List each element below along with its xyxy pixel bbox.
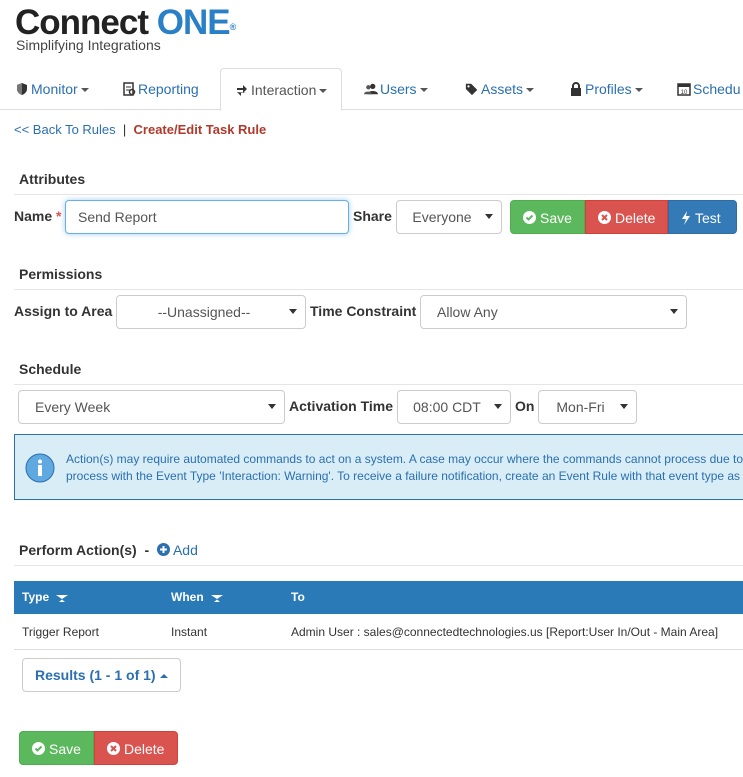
nav-schedule[interactable]: 10 Schedu	[677, 68, 740, 110]
chevron-down-icon	[526, 88, 535, 92]
calendar-icon: 10	[677, 83, 691, 96]
column-when[interactable]: When	[171, 581, 224, 614]
plus-circle-icon	[156, 543, 170, 556]
name-label: Name *	[14, 208, 62, 224]
assign-area-label: Assign to Area	[14, 303, 113, 319]
nav-users[interactable]: Users	[364, 68, 428, 110]
activation-time-select[interactable]: 08:00 CDT	[397, 390, 511, 424]
select-arrow-icon	[289, 309, 297, 314]
add-action-link[interactable]: Add	[156, 542, 198, 558]
svg-text:10: 10	[681, 90, 688, 96]
cell-when: Instant	[171, 625, 208, 639]
chevron-down-icon	[319, 89, 328, 93]
check-circle-icon	[32, 742, 45, 755]
sort-icon	[210, 595, 223, 602]
shield-icon	[17, 83, 27, 95]
caret-up-icon	[159, 674, 168, 678]
cell-type: Trigger Report	[22, 625, 99, 639]
check-circle-icon	[523, 211, 536, 224]
delete-button[interactable]: Delete	[585, 200, 668, 234]
nav-assets[interactable]: Assets	[465, 68, 535, 110]
nav-reporting[interactable]: Reporting	[122, 68, 199, 110]
schedule-heading: Schedule	[19, 361, 82, 377]
area-select[interactable]: --Unassigned--	[116, 295, 306, 329]
bolt-icon	[682, 211, 690, 225]
breadcrumb-current: Create/Edit Task Rule	[133, 122, 267, 137]
chevron-down-icon	[80, 88, 89, 92]
alert-line-1: Action(s) may require automated commands…	[66, 452, 743, 466]
results-dropdown[interactable]: Results (1 - 1 of 1)	[22, 658, 181, 692]
name-input[interactable]: Send Report	[65, 200, 349, 234]
cell-to: Admin User : sales@connectedtechnologies…	[291, 625, 719, 639]
sort-icon	[56, 595, 69, 602]
save-button[interactable]: Save	[510, 200, 585, 234]
breadcrumb: << Back To Rules | Create/Edit Task Rule	[14, 122, 266, 137]
nav-monitor[interactable]: Monitor	[15, 68, 89, 110]
divider	[14, 289, 743, 290]
divider	[14, 384, 743, 385]
interaction-icon	[237, 85, 247, 96]
info-icon	[25, 453, 55, 483]
chevron-down-icon	[419, 88, 428, 92]
activation-time-label: Activation Time	[289, 398, 393, 414]
footer-save-button[interactable]: Save	[19, 731, 94, 765]
divider	[14, 194, 743, 195]
share-select[interactable]: Everyone	[396, 200, 502, 234]
alert-line-2: process with the Event Type 'Interaction…	[66, 469, 741, 483]
column-type[interactable]: Type	[22, 581, 69, 614]
info-alert: Action(s) may require automated commands…	[14, 434, 743, 500]
select-arrow-icon	[268, 404, 276, 409]
alert-message: Action(s) may require automated commands…	[66, 451, 743, 485]
share-label: Share	[353, 208, 392, 224]
back-to-rules-link[interactable]: << Back To Rules	[14, 122, 116, 137]
test-button[interactable]: Test	[668, 200, 737, 234]
nav-profiles[interactable]: Profiles	[569, 68, 643, 110]
on-label: On	[515, 398, 535, 414]
logo-tagline: Simplifying Integrations	[16, 37, 161, 53]
users-icon	[364, 83, 378, 95]
actions-heading: Perform Action(s) - Add	[19, 542, 198, 558]
time-constraint-label: Time Constraint	[310, 303, 417, 319]
select-arrow-icon	[494, 404, 502, 409]
tags-icon	[465, 83, 478, 96]
breadcrumb-separator: |	[122, 122, 127, 137]
report-icon	[123, 82, 136, 96]
permissions-heading: Permissions	[19, 266, 103, 282]
column-to[interactable]: To	[291, 581, 305, 614]
divider	[14, 565, 743, 566]
select-arrow-icon	[670, 309, 678, 314]
time-constraint-select[interactable]: Allow Any	[420, 295, 687, 329]
times-circle-icon	[598, 211, 611, 224]
chevron-down-icon	[634, 88, 643, 92]
frequency-select[interactable]: Every Week	[18, 390, 285, 424]
attributes-heading: Attributes	[19, 171, 86, 187]
select-arrow-icon	[620, 404, 628, 409]
days-select[interactable]: Mon-Fri	[538, 390, 637, 424]
times-circle-icon	[107, 742, 120, 755]
actions-table-header: Type When To	[14, 581, 743, 614]
table-row[interactable]: Trigger Report Instant Admin User : sale…	[14, 614, 743, 650]
lock-icon	[571, 82, 581, 96]
main-nav: Monitor Reporting Interaction Users Asse…	[0, 68, 743, 111]
footer-delete-button[interactable]: Delete	[94, 731, 178, 765]
nav-interaction[interactable]: Interaction	[220, 68, 343, 111]
select-arrow-icon	[485, 214, 493, 219]
